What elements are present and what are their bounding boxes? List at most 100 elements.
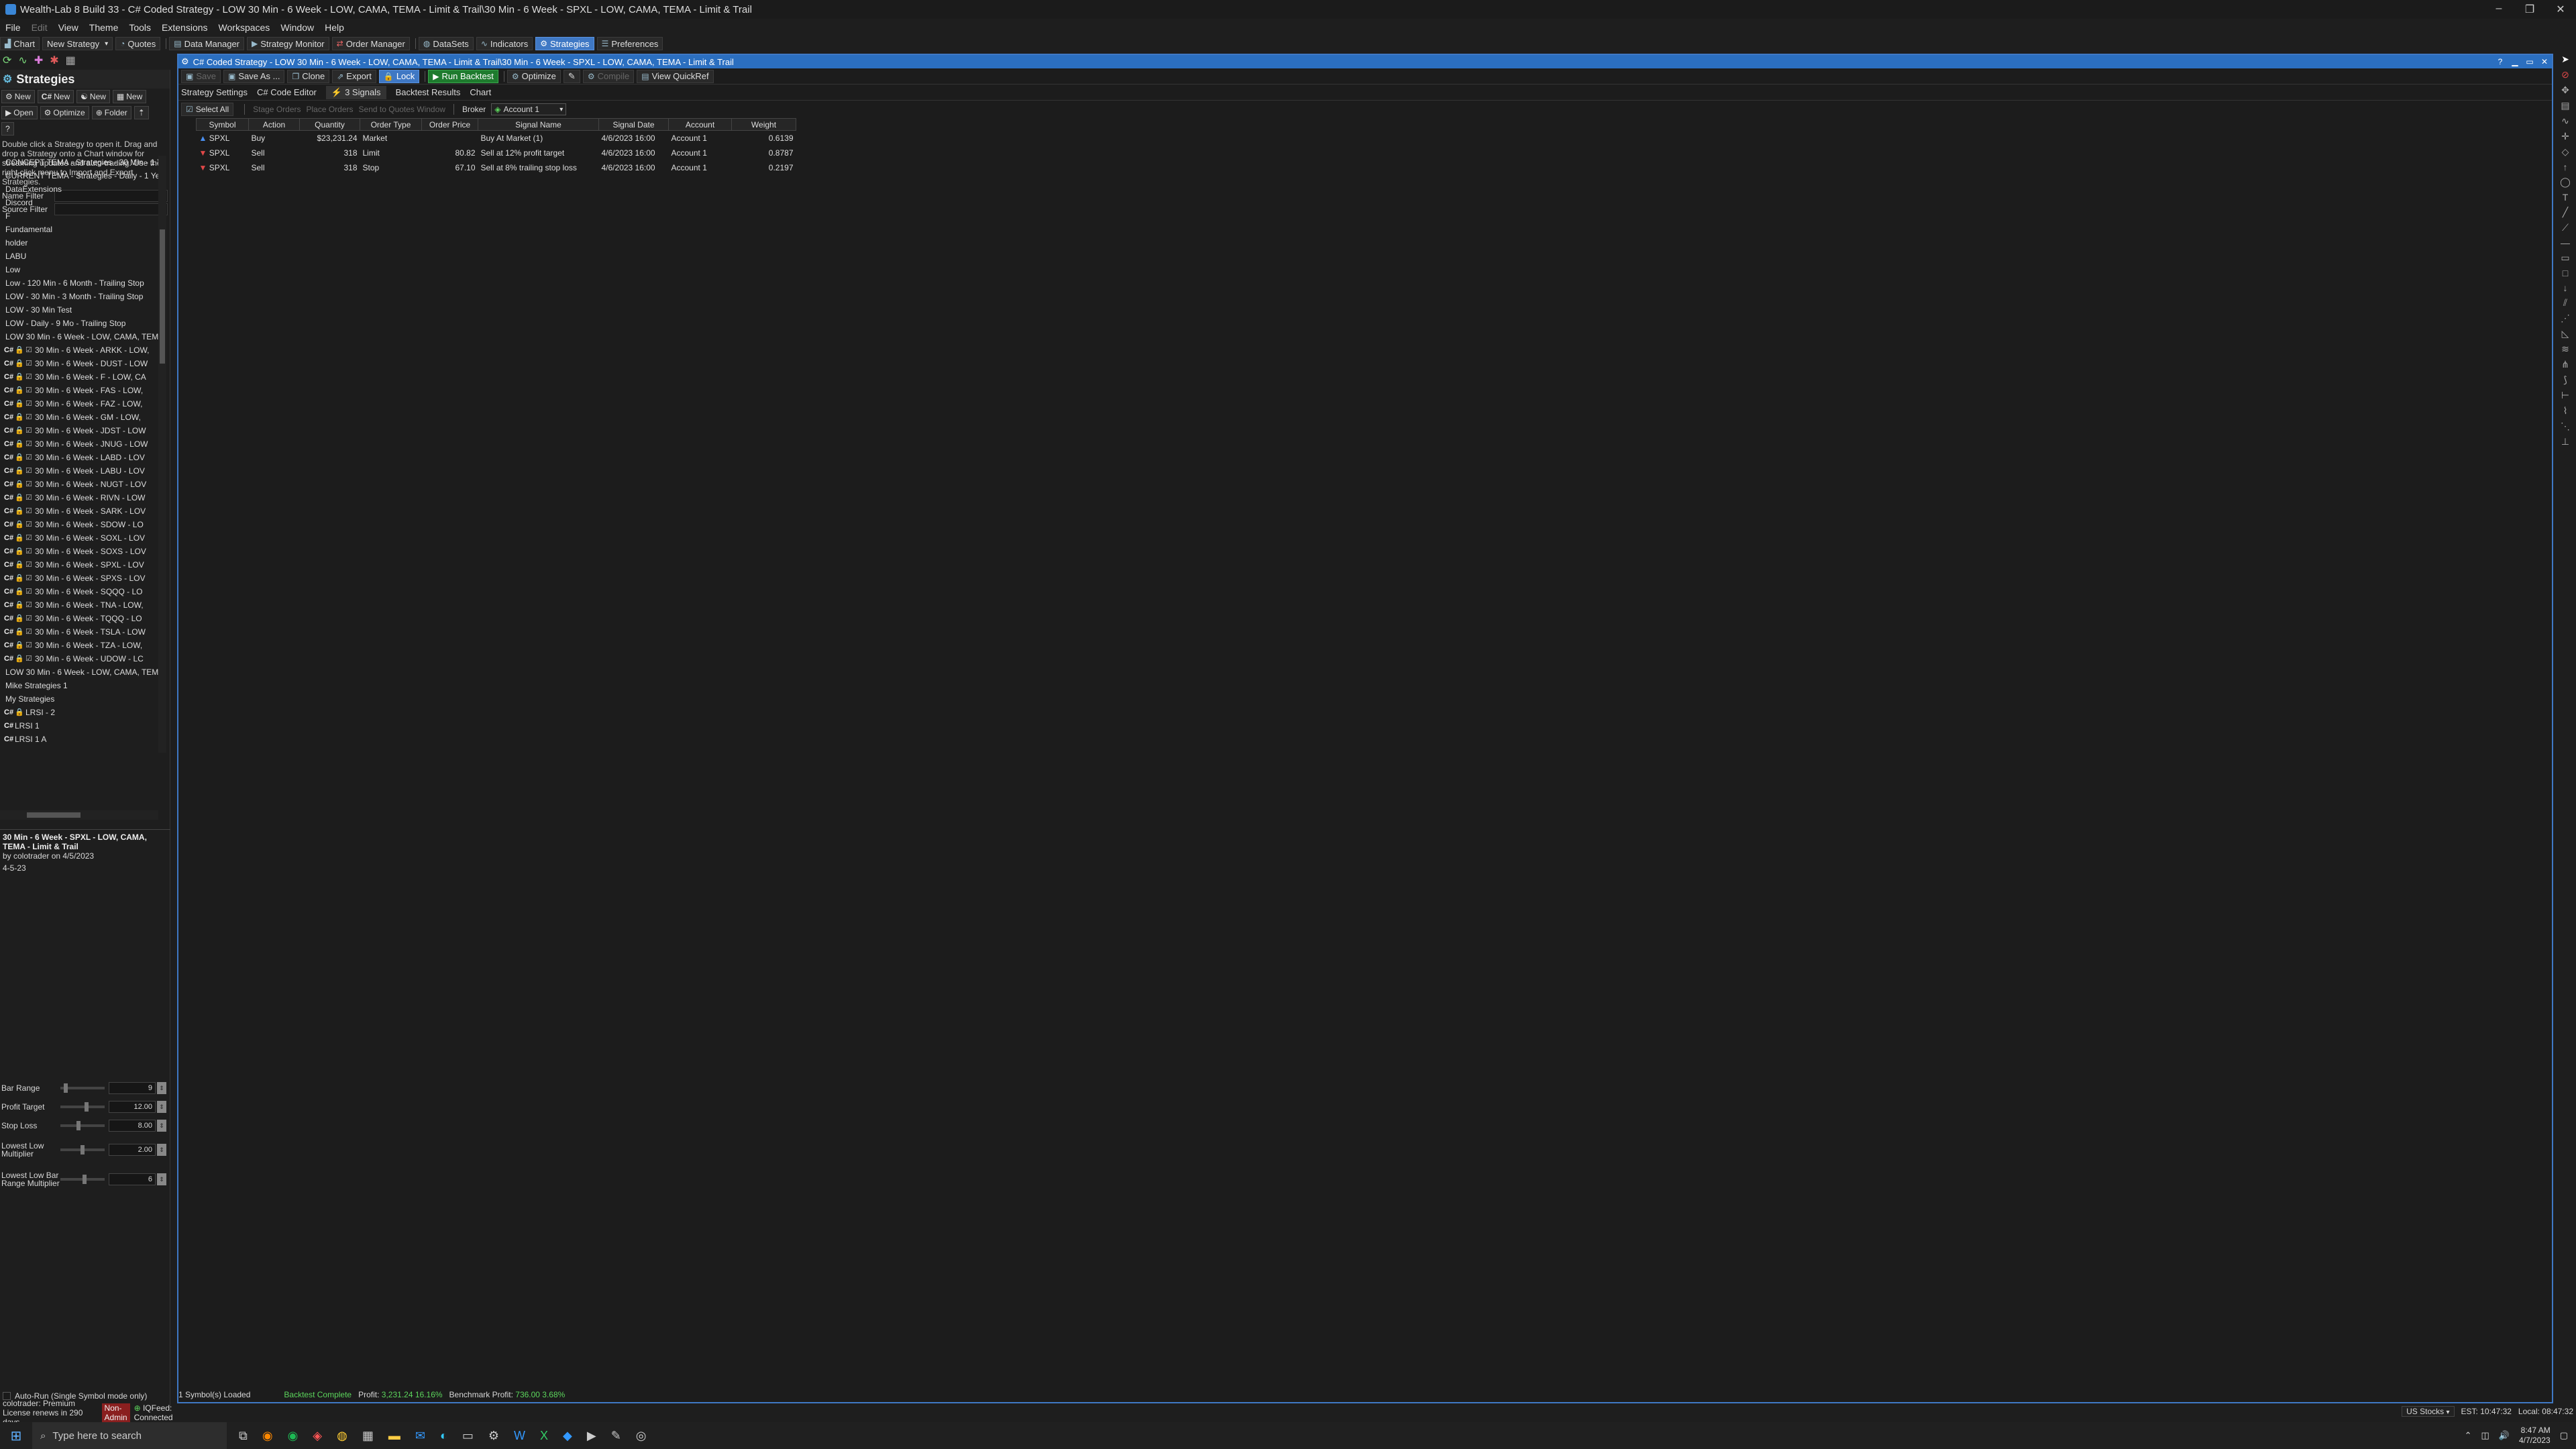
slider-knob[interactable] xyxy=(64,1083,68,1093)
spin-arrows-icon[interactable]: ⇕ xyxy=(157,1082,166,1094)
tree-strategy-item[interactable]: C# 🔒 ☑ 30 Min - 6 Week - FAZ - LOW, xyxy=(0,397,161,411)
folder-button[interactable]: ⊕ Folder xyxy=(91,106,131,119)
slider-knob[interactable] xyxy=(85,1102,89,1112)
volume-icon[interactable]: 🔊 xyxy=(2499,1430,2510,1441)
view-quickref-button[interactable]: ▤ View QuickRef xyxy=(637,69,714,83)
text-tool-icon[interactable]: T xyxy=(2563,192,2569,203)
up-arrow-icon[interactable]: ↑ xyxy=(2563,162,2568,172)
pan-icon[interactable]: ✥ xyxy=(2561,85,2569,96)
table-row[interactable]: ▼ SPXL Sell 318 Stop 67.10 Sell at 8% trailin… xyxy=(197,160,796,175)
menu-workspaces[interactable]: Workspaces xyxy=(213,22,276,33)
tree-strategy-item[interactable]: C# 🔒 ☑ 30 Min - 6 Week - ARKK - LOW, xyxy=(0,343,161,357)
indicators-button[interactable]: ∿ Indicators xyxy=(476,37,533,50)
file-explorer-icon[interactable]: ▬ xyxy=(388,1429,400,1443)
taskbar-search[interactable]: ⌕ Type here to search xyxy=(32,1422,227,1449)
notes-icon[interactable]: ✎ xyxy=(611,1429,621,1443)
tree-strategy-item[interactable]: C# LRSI 1 xyxy=(0,719,161,733)
tree-strategy-item[interactable]: C# 🔒 ☑ 30 Min - 6 Week - GM - LOW, xyxy=(0,411,161,424)
tree-folder[interactable]: My Strategies xyxy=(0,692,161,706)
fib-tool-icon[interactable]: ≋ xyxy=(2561,343,2569,355)
parameter-value-input[interactable]: 6 xyxy=(109,1173,156,1185)
col-signal-date[interactable]: Signal Date xyxy=(598,118,669,131)
edge-icon[interactable]: ◐ xyxy=(440,1429,447,1443)
doc-maximize-button[interactable]: ▭ xyxy=(2522,57,2537,66)
menu-help[interactable]: Help xyxy=(319,22,350,33)
col-action[interactable]: Action xyxy=(248,118,300,131)
strategy-monitor-button[interactable]: ▶ Strategy Monitor xyxy=(247,37,329,50)
save-button[interactable]: ▣ Save xyxy=(181,69,221,83)
excel-icon[interactable]: X xyxy=(540,1429,548,1443)
hline-tool-icon[interactable]: — xyxy=(2561,237,2570,248)
settings-icon[interactable]: ⚙ xyxy=(488,1429,499,1443)
no-entry-icon[interactable]: ⊘ xyxy=(2561,69,2569,80)
menu-edit[interactable]: Edit xyxy=(26,22,53,33)
spotify-icon[interactable]: ◉ xyxy=(288,1429,299,1443)
task-view-icon[interactable]: ⧉ xyxy=(239,1429,248,1443)
col-order-type[interactable]: Order Type xyxy=(360,118,422,131)
mail-icon[interactable]: ✉ xyxy=(415,1429,425,1443)
tree-folder[interactable]: Low - 120 Min - 6 Month - Trailing Stop xyxy=(0,276,161,290)
parameter-slider[interactable] xyxy=(60,1083,105,1093)
close-button[interactable]: ✕ xyxy=(2545,3,2576,16)
col-signal-name[interactable]: Signal Name xyxy=(478,118,599,131)
tree-folder[interactable]: LOW - 30 Min - 3 Month - Trailing Stop xyxy=(0,290,161,303)
new-python-button[interactable]: ☯ New xyxy=(76,90,110,103)
calculator-icon[interactable]: ▦ xyxy=(362,1429,374,1443)
clone-button[interactable]: ❐ Clone xyxy=(287,69,330,83)
tree-strategy-item[interactable]: C# 🔒 ☑ 30 Min - 6 Week - LABD - LOV xyxy=(0,451,161,464)
parameter-slider[interactable] xyxy=(60,1175,105,1184)
cycle-tool-icon[interactable]: ⌇ xyxy=(2563,405,2568,417)
bug-icon[interactable]: ✱ xyxy=(50,54,58,67)
scrollbar-thumb[interactable] xyxy=(27,812,80,818)
spin-arrows-icon[interactable]: ⇕ xyxy=(157,1101,166,1113)
col-symbol[interactable]: Symbol xyxy=(196,118,249,131)
tree-folder[interactable]: LABU xyxy=(0,250,161,263)
select-all-button[interactable]: ☑ Select All xyxy=(181,103,234,116)
preferences-button[interactable]: ☰ Preferences xyxy=(596,37,663,50)
tree-strategy-item[interactable]: C# 🔒 ☑ 30 Min - 6 Week - DUST - LOW xyxy=(0,357,161,370)
tree-strategy-item[interactable]: C# 🔒 ☑ 30 Min - 6 Week - TZA - LOW, xyxy=(0,639,161,652)
open-button[interactable]: ▶ Open xyxy=(1,106,38,119)
tree-strategy-item[interactable]: C# 🔒 ☑ 30 Min - 6 Week - FAS - LOW, xyxy=(0,384,161,397)
ellipse-icon[interactable]: ◯ xyxy=(2560,176,2571,188)
tab-backtest-results[interactable]: Backtest Results xyxy=(396,87,461,97)
tree-strategy-item[interactable]: C# 🔒 ☑ 30 Min - 6 Week - SOXS - LOV xyxy=(0,545,161,558)
tree-strategy-item[interactable]: C# 🔒 ☑ 30 Min - 6 Week - JNUG - LOW xyxy=(0,437,161,451)
order-manager-button[interactable]: ⇄ Order Manager xyxy=(331,37,410,50)
pin-tool-icon[interactable]: ⊥ xyxy=(2561,436,2569,447)
triangle-tool-icon[interactable]: ◺ xyxy=(2562,328,2569,339)
tree-vertical-scrollbar[interactable] xyxy=(158,156,166,753)
tree-strategy-item[interactable]: C# 🔒 ☑ 30 Min - 6 Week - TQQQ - LO xyxy=(0,612,161,625)
tree-strategy-item[interactable]: C# 🔒 ☑ 30 Min - 6 Week - SQQQ - LO xyxy=(0,585,161,598)
spin-arrows-icon[interactable]: ⇕ xyxy=(157,1144,166,1156)
arrow-down-icon[interactable]: ↓ xyxy=(2563,282,2568,293)
menu-extensions[interactable]: Extensions xyxy=(156,22,213,33)
parameter-slider[interactable] xyxy=(60,1145,105,1155)
tree-strategy-item[interactable]: C# 🔒 LRSI - 2 xyxy=(0,706,161,719)
col-account[interactable]: Account xyxy=(668,118,732,131)
fan-tool-icon[interactable]: ⋰ xyxy=(2561,313,2570,324)
tab-code-editor[interactable]: C# Code Editor xyxy=(257,87,317,97)
word-icon[interactable]: W xyxy=(514,1429,525,1443)
wave-draw-icon[interactable]: ∿ xyxy=(2561,115,2569,127)
refresh-icon[interactable]: ⟳ xyxy=(3,54,11,67)
doc-minimize-button[interactable]: ▁ xyxy=(2508,57,2522,66)
tree-folder[interactable]: F xyxy=(0,209,161,223)
export-button[interactable]: ⇗ Export xyxy=(332,69,376,83)
chart-button[interactable]: ▟ Chart xyxy=(0,37,40,50)
ray-tool-icon[interactable]: ⟋ xyxy=(2562,222,2569,233)
tree-folder[interactable]: Fundamental xyxy=(0,223,161,236)
brave-icon[interactable]: ◈ xyxy=(313,1429,322,1443)
account-select[interactable]: ◈ Account 1 ▾ xyxy=(491,103,567,115)
speed-line-icon[interactable]: ⋱ xyxy=(2561,421,2570,432)
new-csharp-button[interactable]: C# New xyxy=(37,90,74,103)
cursor-icon[interactable]: ➤ xyxy=(2561,54,2569,65)
tree-horizontal-scrollbar[interactable] xyxy=(0,810,158,820)
table-icon[interactable]: ▤ xyxy=(2561,100,2569,111)
tree-folder[interactable]: CURRENT TEMA - Strategies - Daily - 1 Ye… xyxy=(0,169,161,182)
parameter-value-input[interactable]: 12.00 xyxy=(109,1101,156,1113)
table-row[interactable]: ▼ SPXL Sell 318 Limit 80.82 Sell at 12% profi… xyxy=(197,146,796,160)
tree-strategy-item[interactable]: C# LRSI 1 A xyxy=(0,733,161,746)
ruler-tool-icon[interactable]: ⊢ xyxy=(2561,390,2569,401)
tree-strategy-item[interactable]: C# 🔒 ☑ 30 Min - 6 Week - F - LOW, CA xyxy=(0,370,161,384)
